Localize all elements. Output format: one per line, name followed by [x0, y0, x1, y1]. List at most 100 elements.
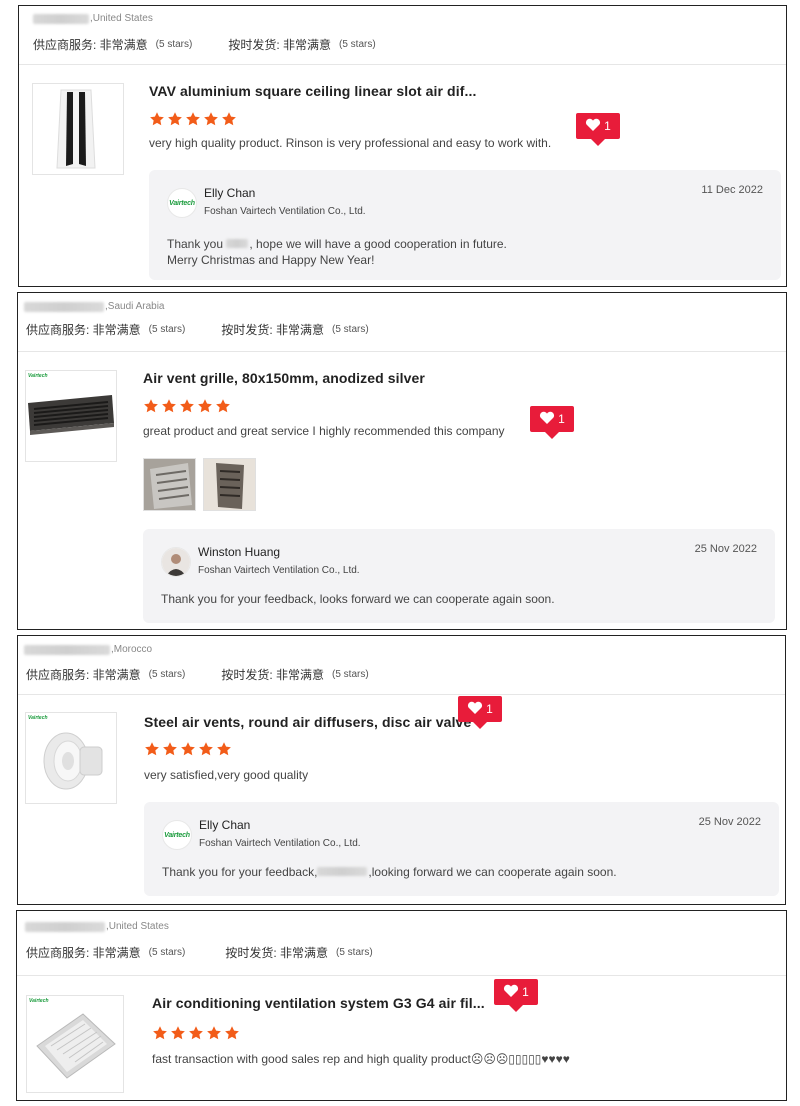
- service-rating-stars: (5 stars): [148, 324, 186, 335]
- supplier-reply: Vairtech Elly Chan Foshan Vairtech Venti…: [144, 802, 779, 896]
- reply-date: 25 Nov 2022: [698, 816, 761, 828]
- star-icon: [225, 1026, 239, 1040]
- shipping-rating-stars: (5 stars): [332, 669, 369, 680]
- review-header: ,Morocco 供应商服务: 非常满意 (5 stars) 按时发货: 非常满意…: [18, 636, 785, 695]
- supplier-avatar: [161, 547, 191, 577]
- star-icon: [199, 742, 213, 756]
- review-header: ,United States 供应商服务: 非常满意 (5 stars) 按时发货…: [17, 911, 786, 976]
- reply-author: Winston Huang: [198, 545, 281, 559]
- product-thumbnail[interactable]: [32, 83, 124, 175]
- review-card: ,United States 供应商服务: 非常满意 (5 stars) 按时发货…: [18, 5, 787, 287]
- star-rating: [143, 398, 231, 414]
- reply-text: Thank you , hope we will have a good coo…: [167, 237, 507, 267]
- buyer-location: ,Saudi Arabia: [24, 301, 165, 312]
- star-icon: [189, 1026, 203, 1040]
- like-count: 1: [558, 412, 565, 426]
- star-icon: [222, 112, 236, 126]
- star-rating: [144, 741, 232, 757]
- star-icon: [217, 742, 231, 756]
- service-rating-label: 供应商服务: 非常满意: [26, 946, 141, 960]
- buyer-location: ,United States: [33, 13, 153, 24]
- buyer-location: ,Morocco: [24, 644, 152, 655]
- service-rating-stars: (5 stars): [155, 39, 193, 50]
- shipping-rating-label: 按时发货: 非常满意: [225, 946, 329, 960]
- review-comment: very satisfied,very good quality: [144, 768, 309, 782]
- heart-icon: [585, 118, 601, 135]
- reply-author: Elly Chan: [199, 818, 251, 832]
- like-count: 1: [604, 119, 611, 133]
- star-icon: [153, 1026, 167, 1040]
- star-icon: [163, 742, 177, 756]
- reply-date: 25 Nov 2022: [694, 543, 757, 555]
- reply-company: Foshan Vairtech Ventilation Co., Ltd.: [199, 838, 361, 849]
- heart-icon: [467, 701, 483, 718]
- review-card: ,Morocco 供应商服务: 非常满意 (5 stars) 按时发货: 非常满意…: [17, 635, 786, 905]
- review-comment: great product and great service I highly…: [143, 424, 505, 438]
- product-title[interactable]: Steel air vents, round air diffusers, di…: [144, 714, 471, 730]
- star-icon: [150, 112, 164, 126]
- shipping-rating-stars: (5 stars): [339, 39, 376, 50]
- review-card: ,United States 供应商服务: 非常满意 (5 stars) 按时发货…: [16, 910, 787, 1101]
- shipping-rating-stars: (5 stars): [336, 947, 373, 958]
- review-header: ,Saudi Arabia 供应商服务: 非常满意 (5 stars) 按时发货:…: [18, 293, 786, 352]
- review-comment: fast transaction with good sales rep and…: [152, 1052, 570, 1066]
- shipping-rating-label: 按时发货: 非常满意: [228, 38, 332, 52]
- supplier-reply: Vairtech Elly Chan Foshan Vairtech Venti…: [149, 170, 781, 280]
- shipping-rating-label: 按时发货: 非常满意: [221, 668, 325, 682]
- like-button[interactable]: 1: [530, 406, 574, 439]
- like-button[interactable]: 1: [458, 696, 502, 729]
- supplier-ratings: 供应商服务: 非常满意 (5 stars) 按时发货: 非常满意 (5 stars): [26, 666, 369, 683]
- star-icon: [171, 1026, 185, 1040]
- masked-name: [317, 867, 368, 876]
- star-rating: [149, 111, 237, 127]
- star-icon: [186, 112, 200, 126]
- supplier-reply: Winston Huang Foshan Vairtech Ventilatio…: [143, 529, 775, 623]
- buyer-location: ,United States: [25, 921, 169, 932]
- masked-name: [226, 239, 249, 248]
- review-photo[interactable]: [203, 458, 256, 511]
- star-icon: [162, 399, 176, 413]
- review-header: ,United States 供应商服务: 非常满意 (5 stars) 按时发货…: [19, 6, 786, 65]
- product-thumbnail[interactable]: Vairtech: [26, 995, 124, 1093]
- reply-date: 11 Dec 2022: [701, 184, 763, 196]
- masked-buyer-name: [33, 13, 89, 24]
- supplier-ratings: 供应商服务: 非常满意 (5 stars) 按时发货: 非常满意 (5 stars): [26, 944, 373, 961]
- heart-icon: [503, 984, 519, 1001]
- star-icon: [145, 742, 159, 756]
- star-icon: [207, 1026, 221, 1040]
- reply-text: Thank you for your feedback, looks forwa…: [161, 592, 555, 606]
- reply-company: Foshan Vairtech Ventilation Co., Ltd.: [204, 206, 366, 217]
- service-rating-stars: (5 stars): [148, 947, 186, 958]
- service-rating-label: 供应商服务: 非常满意: [26, 323, 141, 337]
- like-count: 1: [522, 985, 529, 999]
- review-card: ,Saudi Arabia 供应商服务: 非常满意 (5 stars) 按时发货:…: [17, 292, 787, 630]
- star-icon: [180, 399, 194, 413]
- masked-buyer-name: [25, 921, 105, 932]
- product-title[interactable]: Air conditioning ventilation system G3 G…: [152, 995, 485, 1011]
- reply-company: Foshan Vairtech Ventilation Co., Ltd.: [198, 565, 360, 576]
- product-thumbnail[interactable]: Vairtech: [25, 370, 117, 462]
- star-icon: [168, 112, 182, 126]
- masked-buyer-name: [24, 301, 104, 312]
- like-button[interactable]: 1: [576, 113, 620, 146]
- product-thumbnail[interactable]: Vairtech: [25, 712, 117, 804]
- supplier-ratings: 供应商服务: 非常满意 (5 stars) 按时发货: 非常满意 (5 stars): [26, 321, 369, 338]
- service-rating-label: 供应商服务: 非常满意: [33, 38, 148, 52]
- heart-icon: [539, 411, 555, 428]
- like-button[interactable]: 1: [494, 979, 538, 1012]
- star-rating: [152, 1025, 240, 1041]
- like-count: 1: [486, 702, 493, 716]
- reply-author: Elly Chan: [204, 186, 256, 200]
- supplier-avatar: Vairtech: [162, 820, 192, 850]
- supplier-avatar: Vairtech: [167, 188, 197, 218]
- shipping-rating-label: 按时发货: 非常满意: [221, 323, 325, 337]
- product-title[interactable]: Air vent grille, 80x150mm, anodized silv…: [143, 370, 425, 386]
- star-icon: [198, 399, 212, 413]
- product-title[interactable]: VAV aluminium square ceiling linear slot…: [149, 83, 476, 99]
- star-icon: [181, 742, 195, 756]
- service-rating-label: 供应商服务: 非常满意: [26, 668, 141, 682]
- review-comment: very high quality product. Rinson is ver…: [149, 136, 552, 150]
- star-icon: [204, 112, 218, 126]
- review-photo[interactable]: [143, 458, 196, 511]
- star-icon: [216, 399, 230, 413]
